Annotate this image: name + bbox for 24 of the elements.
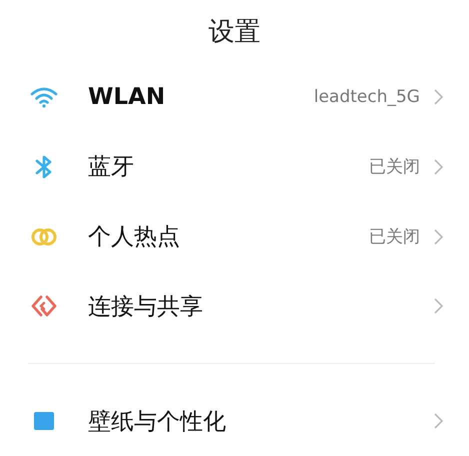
row-label: 连接与共享 — [88, 292, 204, 322]
chevron-icon — [434, 88, 443, 105]
row-label: 壁纸与个性化 — [88, 408, 227, 437]
row-label: WLAN — [88, 84, 166, 110]
settings-row[interactable]: 蓝牙 已关闭 — [0, 132, 469, 202]
share-icon — [31, 294, 57, 318]
chevron-icon — [434, 298, 443, 314]
settings-row[interactable]: WLAN leadtech_5G — [0, 62, 469, 132]
chevron-icon — [434, 158, 443, 175]
settings-row[interactable]: 连接与共享 — [0, 271, 469, 342]
chevron-icon — [434, 413, 443, 430]
settings-row[interactable]: 个人热点 已关闭 — [0, 202, 469, 272]
row-value: leadtech_5G — [314, 86, 420, 107]
wallpaper-icon — [33, 411, 55, 432]
settings-row[interactable]: 壁纸与个性化 — [0, 386, 469, 456]
row-label: 个人热点 — [88, 223, 181, 252]
bluetooth-icon — [34, 154, 54, 180]
chevron-icon — [434, 228, 443, 245]
linked-rings-icon — [30, 226, 58, 247]
row-value: 已关闭 — [369, 156, 420, 178]
page-title: 设置 — [208, 16, 262, 49]
row-value: 已关闭 — [369, 226, 420, 248]
row-label: 蓝牙 — [88, 153, 135, 182]
wifi-icon — [30, 86, 58, 108]
